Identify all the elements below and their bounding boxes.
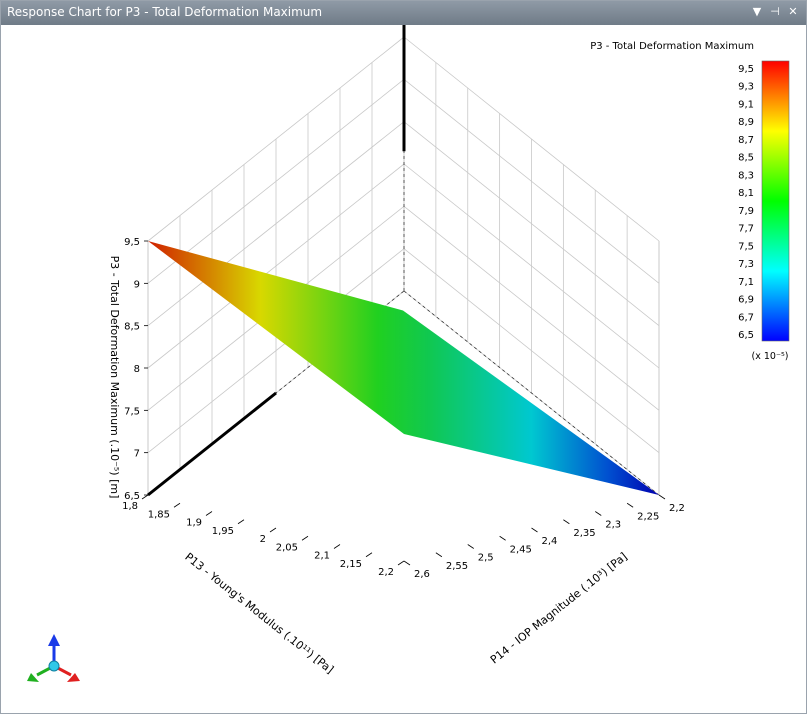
colorbar-tick-label: 7,3 [738,259,754,270]
x-tick-label: 1,85 [148,509,170,520]
x-tick-label: 2 [260,534,266,545]
colorbar-tick-label: 8,5 [738,153,754,164]
x-tick-mark [173,502,181,508]
x-tick-label: 2,05 [276,542,298,553]
response-surface-chart[interactable]: 9,5 9 8,5 8 7,5 7 6,5 1,8 1,85 1,9 1,95 2 2,05 2,1 2,1… [1,25,806,713]
window-title: Response Chart for P3 - Total Deformatio… [7,5,323,19]
response-chart-window: Response Chart for P3 - Total Deformatio… [0,0,807,714]
close-icon[interactable]: ✕ [785,4,801,20]
z-tick-label: 8,5 [124,322,140,333]
y-tick-label: 2,55 [446,561,468,572]
x-axis-title: P13 - Young's Modulus (.10¹¹) [Pa] [182,550,336,676]
x-tick-label: 2,15 [340,559,362,570]
y-tick-label: 2,45 [510,544,532,555]
y-tick-mark [658,494,666,500]
x-tick-mark [205,511,213,516]
y-tick-label: 2,6 [414,569,430,580]
y-tick-label: 2,5 [478,553,494,564]
colorbar-title: P3 - Total Deformation Maximum [590,41,754,52]
z-tick-label: 7 [134,449,140,460]
x-tick-label: 1,8 [122,501,138,512]
pin-icon[interactable]: ⊣ [767,4,783,20]
dropdown-arrow-icon[interactable]: ▼ [749,4,765,20]
colorbar-tick-label: 7,9 [738,206,754,217]
colorbar-tick-label: 6,9 [738,295,754,306]
xyz-axis-triad-icon[interactable] [27,634,80,682]
x-tick-label: 2,1 [314,551,330,562]
colorbar-tick-label: 7,5 [738,241,754,252]
colorbar-tick-label: 8,1 [738,188,754,199]
z-axis-title: P3 - Total Deformation Maximum (.10⁻⁵) [… [108,256,121,499]
y-tick-mark [499,535,506,541]
colorbar-tick-label: 8,9 [738,117,754,128]
title-bar: Response Chart for P3 - Total Deformatio… [1,1,806,25]
y-tick-mark [626,502,634,508]
z-tick-label: 7,5 [124,406,140,417]
x-tick-mark [269,527,277,533]
y-tick-label: 2,3 [605,520,621,531]
y-tick-label: 2,25 [637,511,659,522]
x-tick-label: 2,2 [378,567,394,578]
colorbar-tick-label: 6,7 [738,312,754,323]
y-tick-mark [435,552,443,558]
surface-patch [148,241,659,495]
y-tick-label: 2,2 [669,503,685,514]
colorbar-gradient [761,60,790,342]
x-tick-label: 1,9 [186,518,202,529]
x-tick-mark [301,535,309,541]
colorbar-tick-label: 7,7 [738,224,754,235]
z-tick-label: 9 [134,279,140,290]
colorbar-tick-label: 9,3 [738,82,754,93]
y-tick-mark [595,511,602,516]
colorbar-tick-label: 9,1 [738,99,754,110]
colorbar-multiplier: (x 10⁻⁵) [752,351,789,362]
y-tick-mark [467,544,474,549]
y-tick-label: 2,4 [542,536,558,547]
colorbar-tick-label: 8,7 [738,135,754,146]
y-tick-mark [403,560,411,566]
x-tick-mark [237,519,245,525]
x-tick-label: 1,95 [212,526,234,537]
x-tick-mark [141,494,149,500]
y-tick-mark [531,527,538,533]
y-tick-mark [563,519,570,525]
x-tick-mark [365,552,373,558]
x-tick-mark [397,560,405,566]
colorbar-tick-label: 6,5 [738,330,754,341]
colorbar-tick-label: 9,5 [738,64,754,75]
y-tick-label: 2,35 [573,528,595,539]
z-tick-label: 9,5 [124,237,140,248]
x-tick-mark [333,544,341,549]
colorbar-tick-label: 8,3 [738,170,754,181]
response-surface [148,241,659,495]
colorbar-legend: P3 - Total Deformation Maximum 9,5 9,3 9,1… [590,41,790,362]
z-tick-label: 8 [134,364,140,375]
colorbar-tick-label: 7,1 [738,277,754,288]
y-axis-title: P14 - IOP Magnitude (.10³) [Pa] [488,550,630,667]
